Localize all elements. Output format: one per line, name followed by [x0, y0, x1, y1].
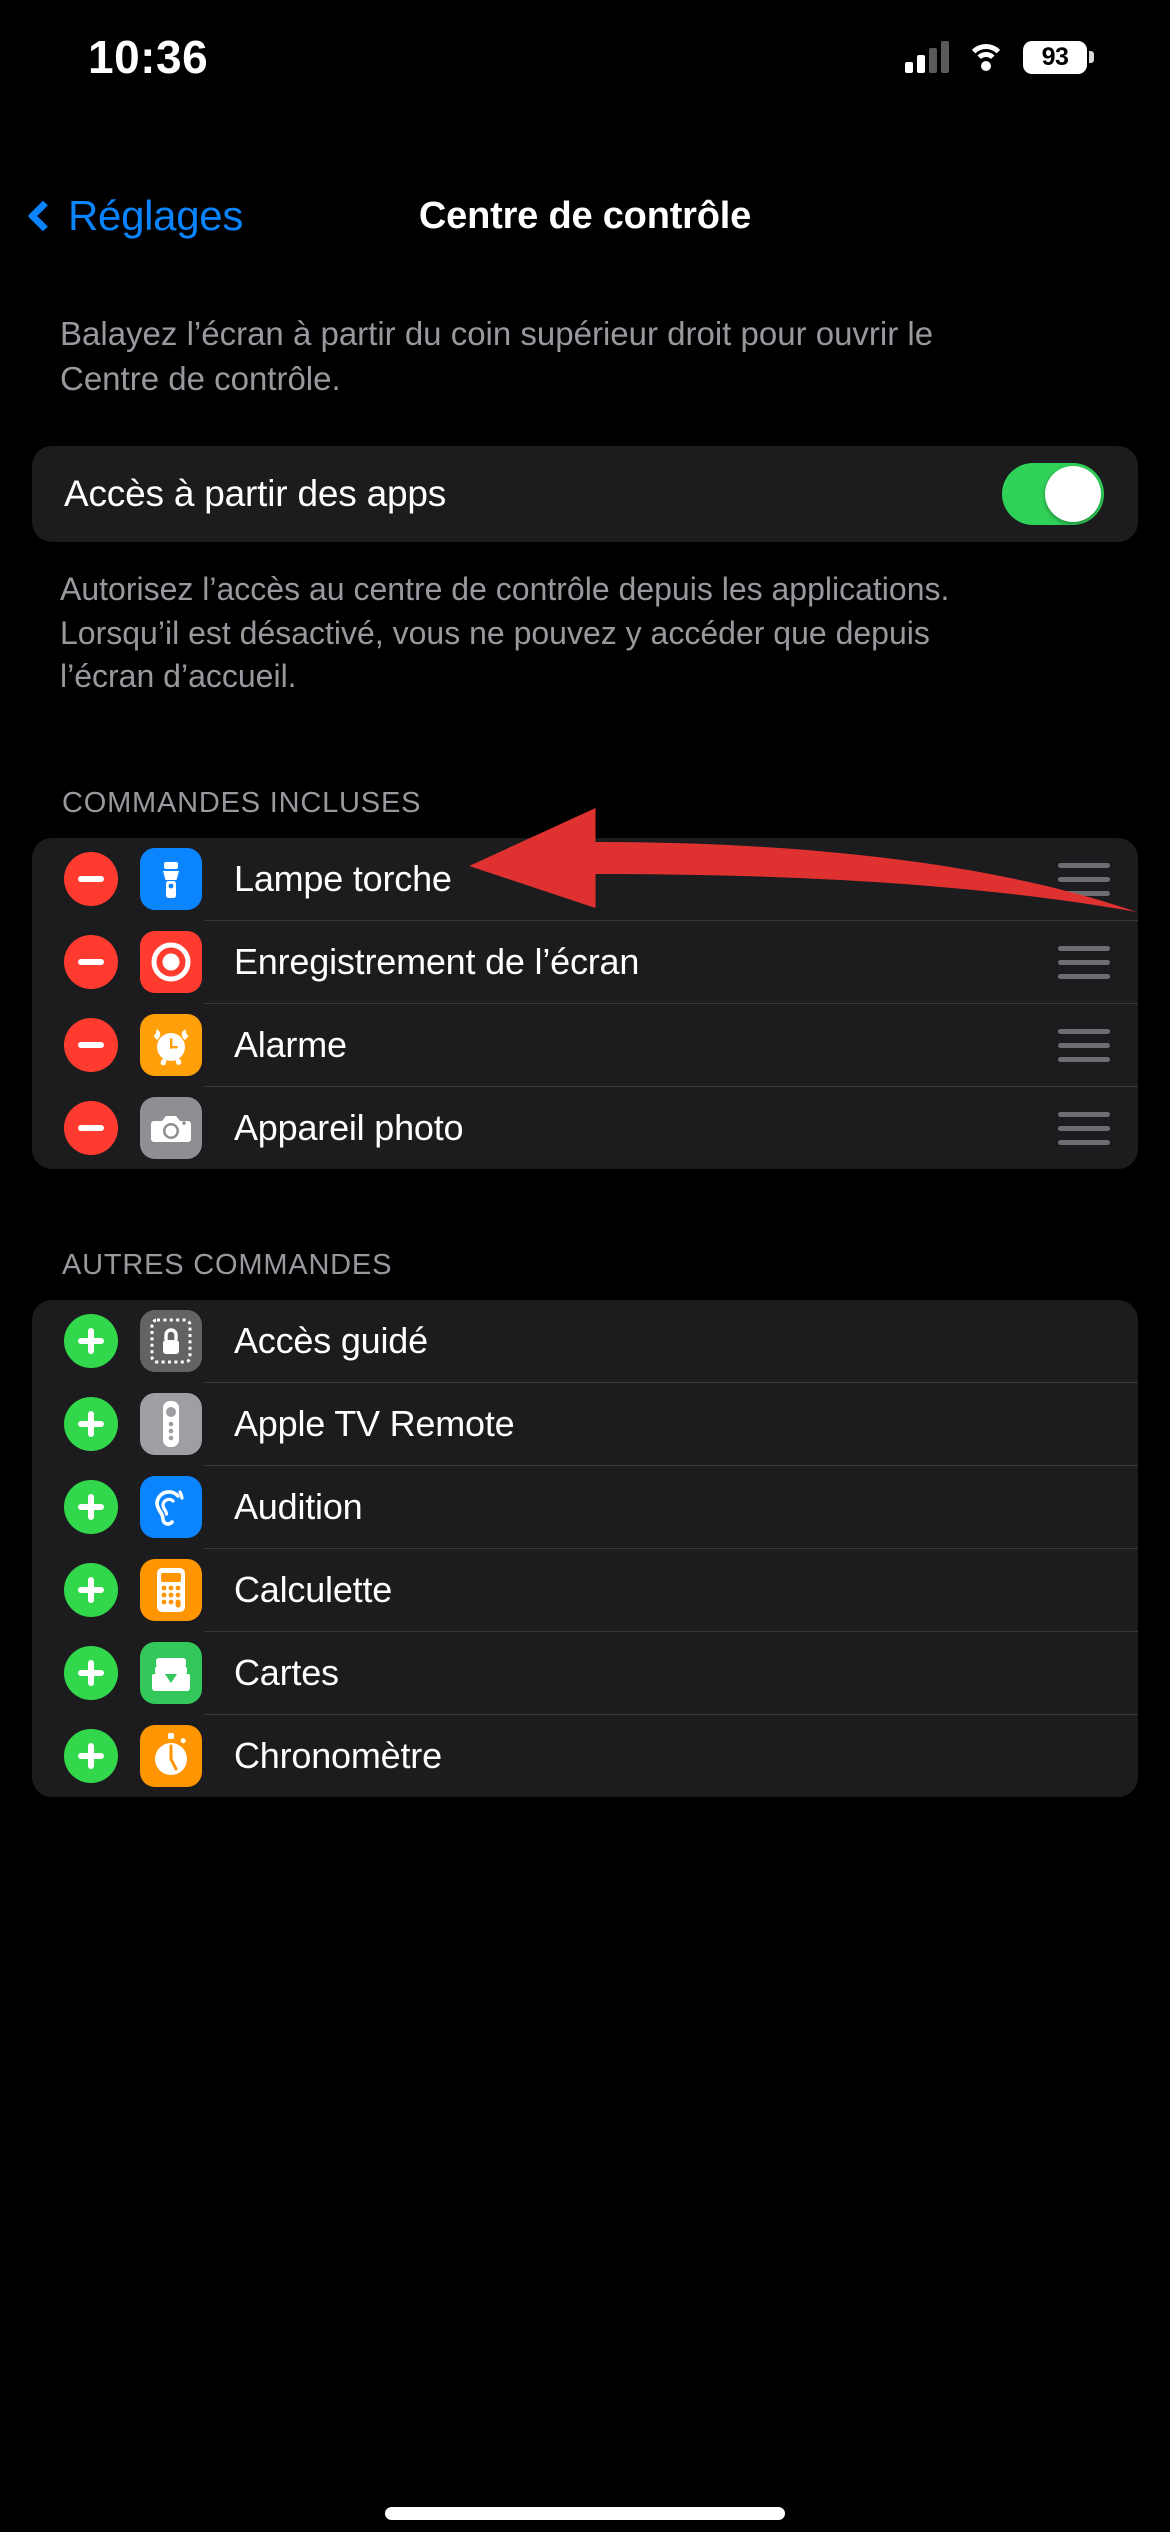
navigation-bar: Centre de contrôle Réglages [0, 176, 1170, 256]
reorder-handle-icon[interactable] [1058, 1028, 1110, 1062]
minus-circle-icon[interactable] [64, 1101, 118, 1156]
minus-circle-icon[interactable] [64, 935, 118, 990]
row-label: Lampe torche [234, 858, 452, 900]
table-row[interactable]: Calculette [32, 1549, 1138, 1631]
plus-circle-icon[interactable] [64, 1480, 118, 1535]
row-label: Accès guidé [234, 1320, 428, 1362]
status-bar-time: 10:36 [88, 31, 209, 83]
status-bar: 10:36 93 [0, 0, 1170, 100]
included-section-header: COMMANDES INCLUSES [62, 787, 422, 820]
stopwatch-icon [140, 1725, 202, 1788]
table-row[interactable]: Lampe torche [32, 838, 1138, 920]
back-button-label: Réglages [68, 192, 244, 239]
plus-circle-icon[interactable] [64, 1646, 118, 1701]
plus-circle-icon[interactable] [64, 1397, 118, 1452]
row-label: Alarme [234, 1024, 347, 1066]
table-row[interactable]: Audition [32, 1466, 1138, 1548]
row-label: Chronomètre [234, 1735, 442, 1777]
battery-icon: 93 [1023, 40, 1094, 74]
flashlight-icon [140, 848, 202, 911]
other-controls-card: Accès guidé Apple TV Remote Audition Cal… [32, 1300, 1138, 1798]
row-label: Calculette [234, 1569, 393, 1611]
intro-description: Balayez l’écran à partir du coin supérie… [60, 315, 934, 397]
table-row[interactable]: Accès guidé [32, 1300, 1138, 1382]
iphone-screen: 10:36 93 Centre de contrôle Réglages Bal… [0, 0, 1170, 2532]
settings-content: Balayez l’écran à partir du coin supérie… [0, 270, 1170, 1857]
access-from-apps-row[interactable]: Accès à partir des apps [32, 446, 1138, 542]
row-label: Appareil photo [234, 1107, 464, 1149]
table-row[interactable]: Cartes [32, 1632, 1138, 1714]
toggle-knob [1045, 465, 1101, 522]
reorder-handle-icon[interactable] [1058, 1111, 1110, 1145]
cellular-signal-icon [905, 41, 949, 73]
back-button[interactable]: Réglages [26, 176, 243, 256]
battery-percent-label: 93 [1041, 42, 1069, 71]
access-setting-card: Accès à partir des apps [32, 445, 1138, 542]
status-bar-indicators: 93 [905, 40, 1094, 74]
others-section-header: AUTRES COMMANDES [62, 1249, 393, 1282]
table-row[interactable]: Apple TV Remote [32, 1383, 1138, 1465]
minus-circle-icon[interactable] [64, 1018, 118, 1073]
wifi-icon [966, 42, 1006, 72]
calculator-icon [140, 1559, 202, 1622]
access-setting-footnote: Autorisez l’accès au centre de contrôle … [60, 570, 950, 695]
wallet-cards-icon [140, 1642, 202, 1705]
row-label: Enregistrement de l’écran [234, 941, 640, 983]
access-from-apps-toggle[interactable] [1002, 462, 1104, 525]
screen-record-icon [140, 931, 202, 994]
table-row[interactable]: Enregistrement de l’écran [32, 921, 1138, 1003]
plus-circle-icon[interactable] [64, 1563, 118, 1618]
included-controls-card: Lampe torche Enregistrement de l’écran A… [32, 838, 1138, 1170]
guided-access-lock-icon [140, 1310, 202, 1373]
hearing-ear-icon [140, 1476, 202, 1539]
reorder-handle-icon[interactable] [1058, 945, 1110, 979]
chevron-left-icon [27, 200, 59, 232]
camera-icon [140, 1097, 202, 1160]
row-label: Cartes [234, 1652, 339, 1694]
row-label: Apple TV Remote [234, 1403, 515, 1445]
tv-remote-icon [140, 1393, 202, 1456]
row-label: Audition [234, 1486, 363, 1528]
reorder-handle-icon[interactable] [1058, 862, 1110, 896]
access-from-apps-label: Accès à partir des apps [64, 472, 447, 514]
plus-circle-icon[interactable] [64, 1729, 118, 1784]
plus-circle-icon[interactable] [64, 1314, 118, 1369]
alarm-clock-icon [140, 1014, 202, 1077]
table-row[interactable]: Alarme [32, 1004, 1138, 1086]
table-row[interactable]: Chronomètre [32, 1715, 1138, 1797]
minus-circle-icon[interactable] [64, 852, 118, 907]
home-indicator [385, 2507, 785, 2520]
table-row[interactable]: Appareil photo [32, 1087, 1138, 1169]
